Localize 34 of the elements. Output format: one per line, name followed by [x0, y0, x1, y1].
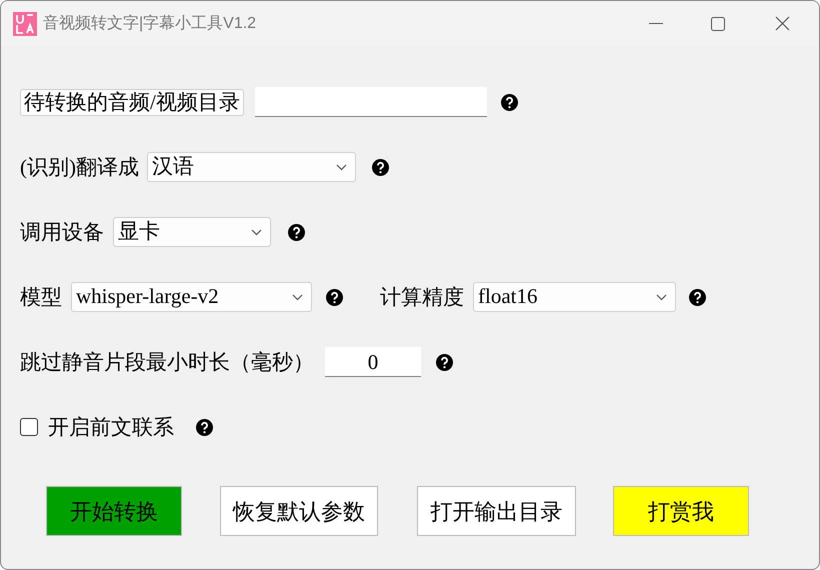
checkbox[interactable]	[20, 418, 38, 436]
chevron-down-icon	[656, 294, 667, 300]
help-icon[interactable]	[372, 158, 389, 176]
field-label: 跳过静音片段最小时长（毫秒）	[20, 352, 314, 372]
help-icon[interactable]	[288, 224, 305, 240]
help-icon[interactable]	[196, 418, 213, 436]
action-button[interactable]: 打赏我	[613, 486, 749, 536]
input-field[interactable]	[254, 87, 487, 117]
action-button[interactable]: 开始转换	[46, 486, 182, 536]
help-icon[interactable]	[326, 288, 343, 306]
window-title: 音视频转文字|字幕小工具V1.2	[43, 14, 256, 34]
field-label: 调用设备	[20, 222, 104, 242]
maximize-icon[interactable]	[711, 16, 725, 30]
minimize-icon[interactable]	[649, 22, 663, 24]
field-label: 计算精度	[380, 286, 464, 308]
app-logo-icon	[13, 12, 37, 36]
field-label: 开启前文联系	[48, 416, 174, 438]
help-icon[interactable]	[500, 94, 518, 110]
dropdown[interactable]: whisper-large-v2	[71, 282, 312, 312]
chevron-down-icon	[251, 228, 262, 236]
dropdown[interactable]: float16	[473, 282, 676, 312]
action-button[interactable]: 恢复默认参数	[220, 486, 378, 536]
chevron-down-icon	[292, 294, 303, 300]
help-icon[interactable]	[436, 354, 453, 370]
field-label: (识别)翻译成	[20, 156, 139, 178]
close-icon[interactable]	[775, 16, 790, 31]
chevron-down-icon	[336, 164, 347, 170]
help-icon[interactable]	[689, 288, 706, 306]
field-label: 模型	[20, 286, 62, 308]
dropdown[interactable]: 显卡	[113, 217, 271, 247]
dropdown[interactable]: 汉语	[147, 152, 356, 182]
folder-button[interactable]: 待转换的音频/视频目录	[20, 88, 244, 116]
action-button[interactable]: 打开输出目录	[417, 486, 576, 536]
input-field[interactable]: 0	[325, 347, 421, 377]
